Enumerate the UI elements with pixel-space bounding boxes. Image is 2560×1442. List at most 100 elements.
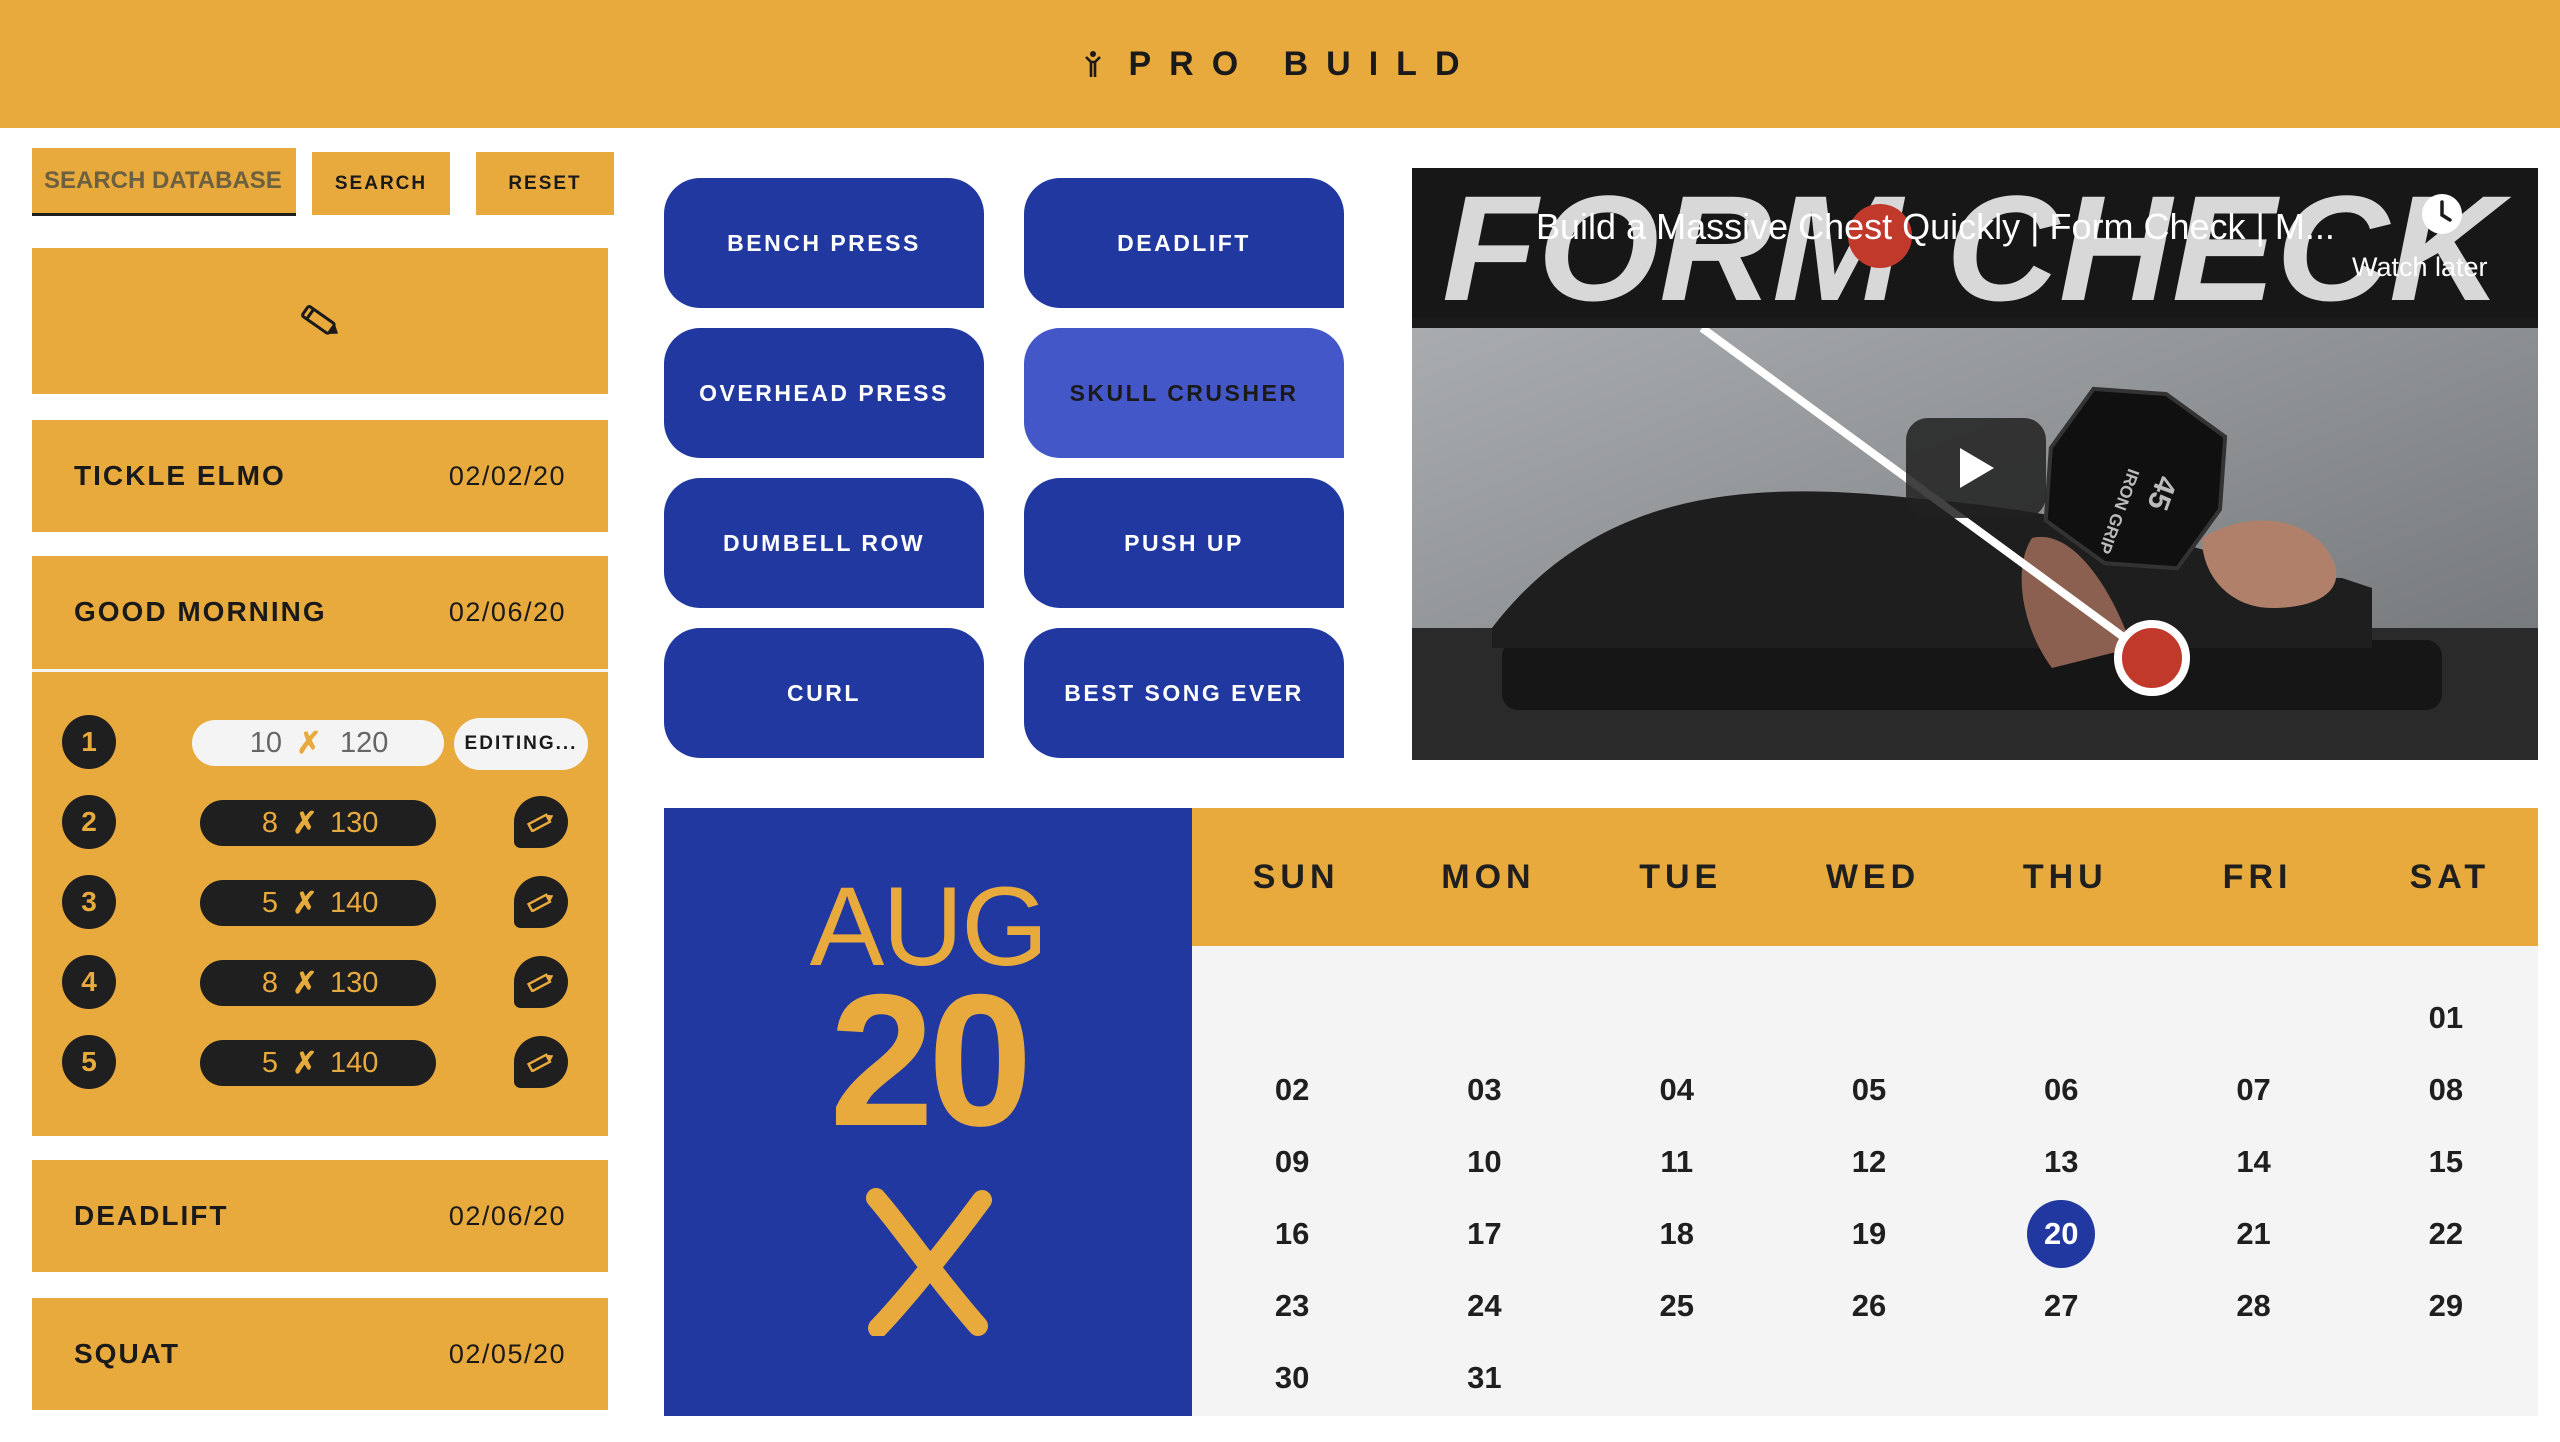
- calendar-day[interactable]: 12: [1833, 1126, 1905, 1198]
- set-input-editing[interactable]: 10 ✗ 120: [192, 720, 444, 766]
- pencil-icon: [301, 305, 339, 335]
- calendar-day[interactable]: 15: [2410, 1126, 2482, 1198]
- calendar-day[interactable]: 23: [1256, 1270, 1328, 1342]
- set-number: 1: [62, 715, 116, 769]
- play-icon: [1960, 448, 1994, 488]
- calendar-day[interactable]: 16: [1256, 1198, 1328, 1270]
- calendar-day[interactable]: 14: [2218, 1126, 2290, 1198]
- figure-icon: [1084, 51, 1101, 77]
- calendar-day[interactable]: 18: [1641, 1198, 1713, 1270]
- calendar-day[interactable]: 03: [1448, 1054, 1520, 1126]
- set-row[interactable]: 4 8 ✗ 130: [62, 955, 588, 1009]
- edit-set-button[interactable]: [514, 956, 568, 1008]
- set-pill: 5 ✗ 140: [200, 1040, 436, 1086]
- weight-value: 130: [330, 806, 379, 839]
- calendar-day[interactable]: 09: [1256, 1126, 1328, 1198]
- pencil-icon: [526, 973, 554, 992]
- workout-card[interactable]: TICKLE ELMO 02/02/20: [32, 420, 608, 532]
- calendar-weekday-header: SUN MON TUE WED THU FRI SAT: [1192, 808, 2538, 946]
- set-number: 5: [62, 1035, 116, 1089]
- workout-card[interactable]: SQUAT 02/05/20: [32, 1298, 608, 1410]
- workout-card[interactable]: GOOD MORNING 02/06/20: [32, 556, 608, 668]
- reps-value: 5: [261, 886, 278, 919]
- weight-value: 140: [330, 886, 379, 919]
- set-row[interactable]: 5 5 ✗ 140: [62, 1035, 588, 1089]
- brand[interactable]: PRO BUILD: [1083, 45, 1478, 84]
- set-row[interactable]: 1 10 ✗ 120 EDITING...: [62, 715, 588, 770]
- times-icon: ✗: [296, 726, 322, 760]
- set-number: 2: [62, 795, 116, 849]
- exercise-button-best-song-ever[interactable]: BEST SONG EVER: [1024, 628, 1344, 758]
- exercise-button-curl[interactable]: CURL: [664, 628, 984, 758]
- calendar-day[interactable]: 22: [2410, 1198, 2482, 1270]
- watch-later-label[interactable]: Watch later: [2352, 252, 2488, 283]
- weekday-label: SUN: [1252, 857, 1340, 896]
- calendar-day[interactable]: 30: [1256, 1342, 1328, 1414]
- divider: [32, 669, 608, 672]
- calendar-day[interactable]: 31: [1448, 1342, 1520, 1414]
- calendar-day-today[interactable]: 20: [2027, 1200, 2096, 1268]
- calendar-day[interactable]: 27: [2025, 1270, 2097, 1342]
- calendar-day[interactable]: 02: [1256, 1054, 1328, 1126]
- exercise-button-deadlift[interactable]: DEADLIFT: [1024, 178, 1344, 308]
- set-pill: 8 ✗ 130: [200, 800, 436, 846]
- set-row[interactable]: 2 8 ✗ 130: [62, 795, 588, 849]
- video-player[interactable]: FORM CHECK 45 IRON GRIP Build a Massive …: [1412, 168, 2538, 760]
- set-pill: 5 ✗ 140: [200, 880, 436, 926]
- calendar-day[interactable]: 17: [1448, 1198, 1520, 1270]
- set-number: 4: [62, 955, 116, 1009]
- calendar-day[interactable]: 25: [1641, 1270, 1713, 1342]
- workout-date: 02/06/20: [448, 596, 566, 627]
- search-button[interactable]: SEARCH: [312, 152, 450, 215]
- play-button[interactable]: [1906, 418, 2046, 518]
- workout-name: DEADLIFT: [74, 1200, 229, 1231]
- calendar-day[interactable]: 11: [1641, 1126, 1713, 1198]
- calendar-day[interactable]: 28: [2218, 1270, 2290, 1342]
- workout-card[interactable]: DEADLIFT 02/06/20: [32, 1160, 608, 1272]
- exercise-button-push-up[interactable]: PUSH UP: [1024, 478, 1344, 608]
- exercise-button-dumbell-row[interactable]: DUMBELL ROW: [664, 478, 984, 608]
- search-input[interactable]: [32, 148, 296, 216]
- calendar-day[interactable]: 26: [1833, 1270, 1905, 1342]
- calendar-day[interactable]: 24: [1448, 1270, 1520, 1342]
- workout-date: 02/06/20: [448, 1200, 566, 1231]
- edit-set-button[interactable]: [514, 1036, 568, 1088]
- calendar-day[interactable]: 08: [2410, 1054, 2482, 1126]
- reps-value[interactable]: 10: [192, 727, 282, 760]
- times-icon: ✗: [292, 806, 318, 840]
- times-icon: ✗: [292, 1046, 318, 1080]
- set-pill: 8 ✗ 130: [200, 960, 436, 1006]
- exercise-button-overhead-press[interactable]: OVERHEAD PRESS: [664, 328, 984, 458]
- calendar-day[interactable]: 01: [2410, 982, 2482, 1054]
- pencil-icon: [526, 1053, 554, 1072]
- weight-value[interactable]: 120: [340, 727, 420, 760]
- calendar-day[interactable]: 05: [1833, 1054, 1905, 1126]
- clock-icon[interactable]: [2420, 192, 2464, 236]
- weight-value: 140: [330, 1046, 379, 1079]
- weekday-label: TUE: [1639, 857, 1723, 896]
- calendar-day[interactable]: 06: [2025, 1054, 2097, 1126]
- calendar-day[interactable]: 13: [2025, 1126, 2097, 1198]
- calendar-day[interactable]: 10: [1448, 1126, 1520, 1198]
- workout-name: GOOD MORNING: [74, 596, 327, 627]
- weekday-label: THU: [2022, 857, 2108, 896]
- reset-button[interactable]: RESET: [476, 152, 614, 215]
- selected-date-panel: AUG 20 ✗: [664, 808, 1192, 1416]
- new-workout-button[interactable]: [32, 248, 608, 394]
- editing-status-button[interactable]: EDITING...: [454, 718, 588, 770]
- calendar-day[interactable]: 07: [2218, 1054, 2290, 1126]
- calendar-day[interactable]: 21: [2218, 1198, 2290, 1270]
- calendar-grid: 01 02 03 04 05 06 07 08 09 10 11 12 13 14 15 16 17 18 19 20…: [1192, 946, 2538, 1416]
- day-label: 20: [829, 955, 1032, 1165]
- edit-set-button[interactable]: [514, 796, 568, 848]
- exercise-button-bench-press[interactable]: BENCH PRESS: [664, 178, 984, 308]
- edit-set-button[interactable]: [514, 876, 568, 928]
- video-title[interactable]: Build a Massive Chest Quickly | Form Che…: [1536, 206, 2335, 248]
- set-row[interactable]: 3 5 ✗ 140: [62, 875, 588, 929]
- weekday-label: SAT: [2409, 857, 2491, 896]
- calendar-day[interactable]: 19: [1833, 1198, 1905, 1270]
- exercise-button-skull-crusher[interactable]: SKULL CRUSHER: [1024, 328, 1344, 458]
- calendar-day[interactable]: 29: [2410, 1270, 2482, 1342]
- weight-value: 130: [330, 966, 379, 999]
- calendar-day[interactable]: 04: [1641, 1054, 1713, 1126]
